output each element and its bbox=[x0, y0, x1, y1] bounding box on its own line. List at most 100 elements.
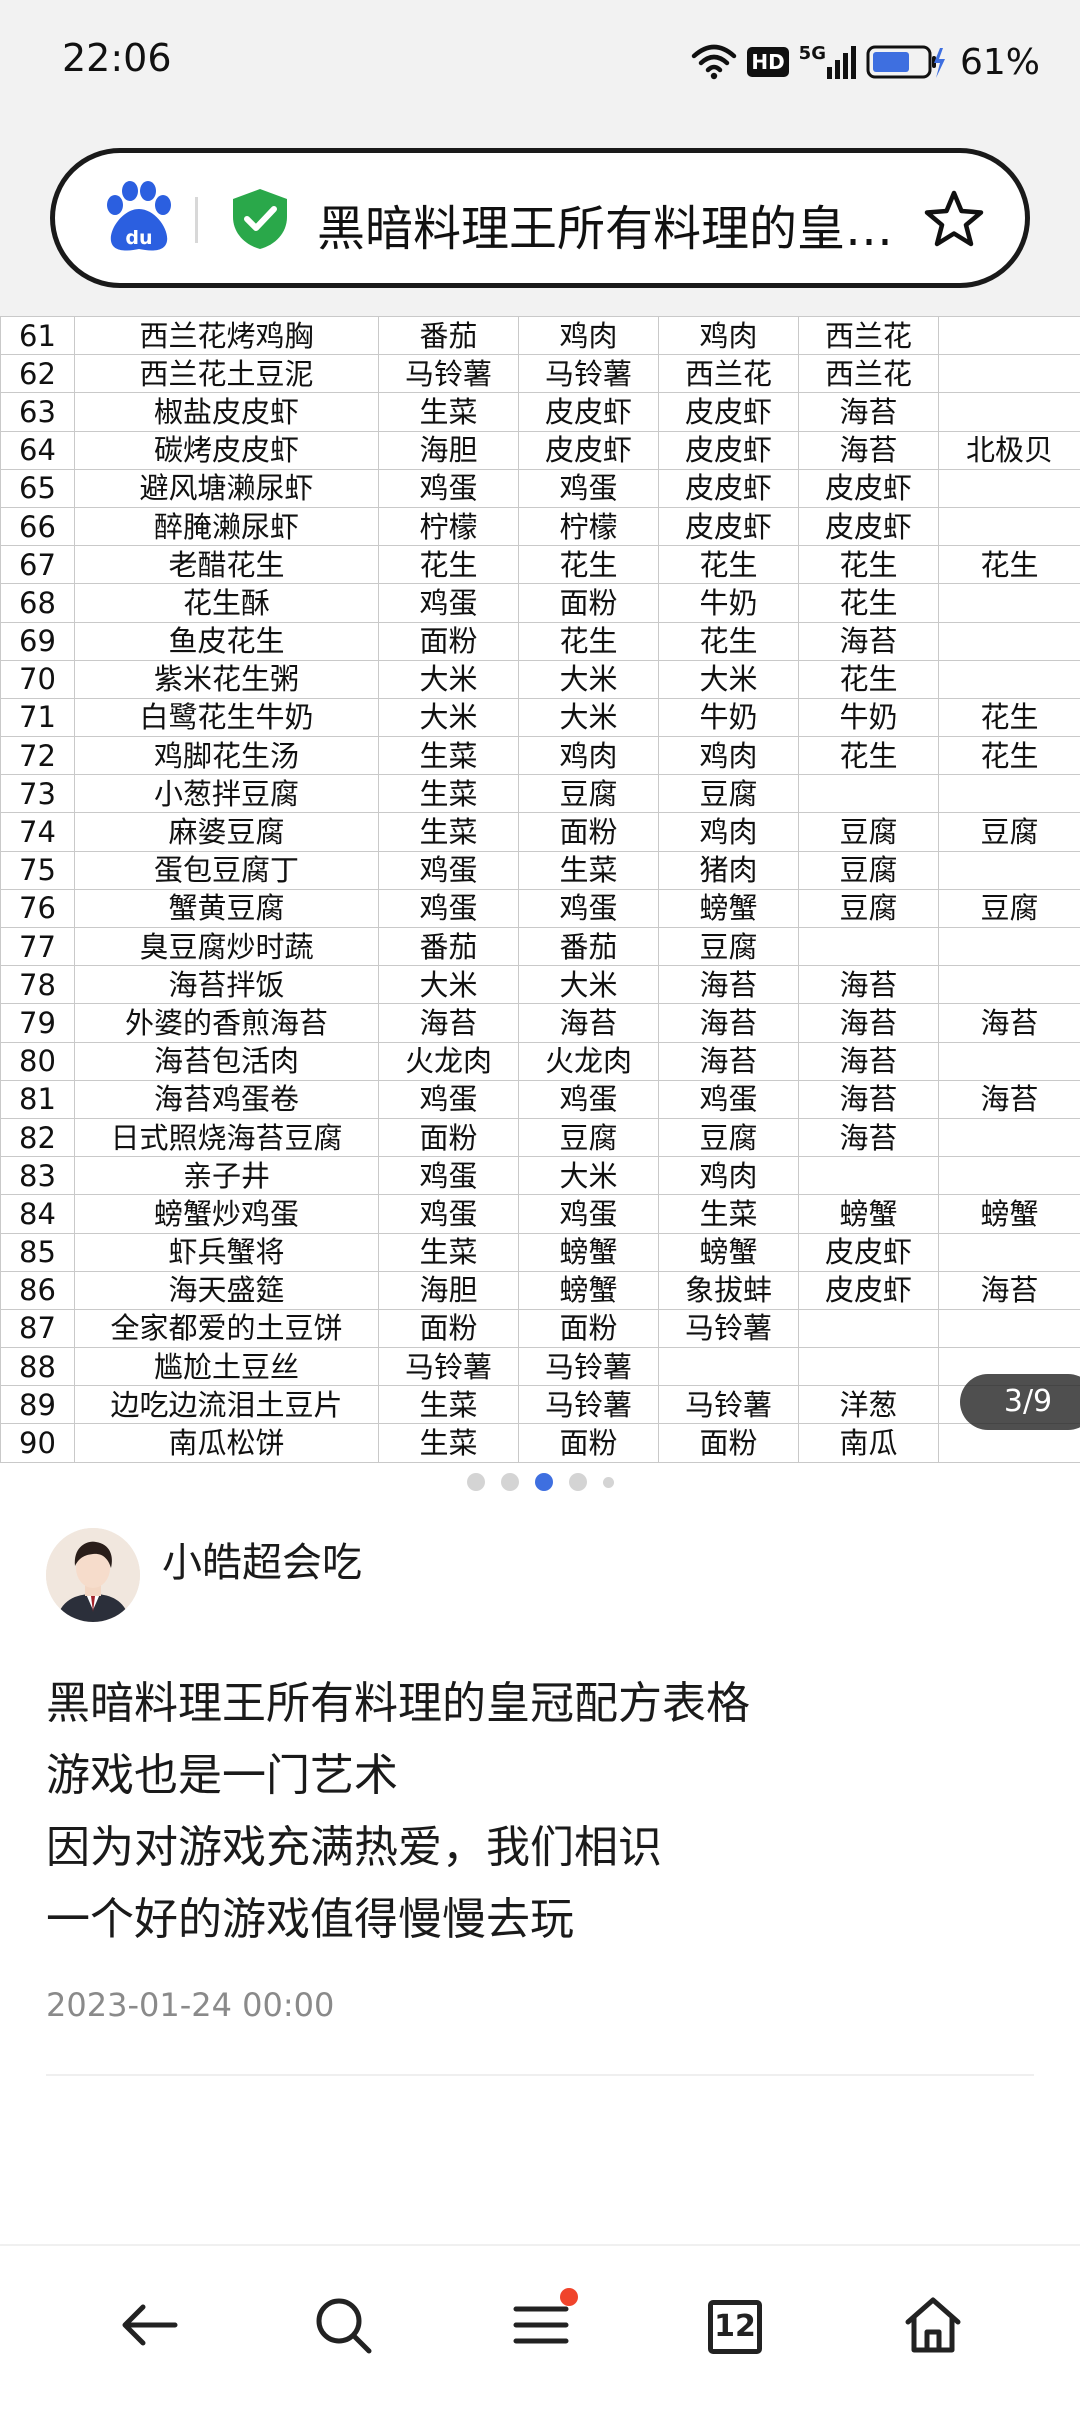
ingredient-cell: 面粉 bbox=[518, 583, 659, 623]
ingredient-cell: 皮皮虾 bbox=[658, 506, 799, 547]
dish-name-cell: 避风塘濑尿虾 bbox=[74, 468, 379, 508]
ingredient-cell: 鸡蛋 bbox=[378, 888, 519, 929]
ingredient-cell: 鸡蛋 bbox=[378, 1079, 519, 1119]
ingredient-cell: 豆腐 bbox=[798, 888, 939, 929]
ingredient-cell: 海苔 bbox=[798, 1041, 939, 1081]
battery-icon bbox=[866, 44, 946, 80]
carousel-dot-active[interactable] bbox=[534, 1473, 553, 1491]
ingredient-cell: 海苔 bbox=[798, 621, 939, 661]
table-row: 66 醉腌濑尿虾 柠檬 柠檬 皮皮虾 皮皮虾 bbox=[0, 506, 1080, 547]
ingredient-cell: 皮皮虾 bbox=[798, 1232, 939, 1272]
table-row: 62 西兰花土豆泥 马铃薯 马铃薯 西兰花 西兰花 bbox=[0, 354, 1080, 394]
dish-name-cell: 边吃边流泪土豆片 bbox=[74, 1385, 379, 1425]
carousel-dot[interactable] bbox=[466, 1473, 485, 1491]
ingredient-cell: 豆腐 bbox=[798, 812, 939, 852]
dish-name-cell: 臭豆腐炒时蔬 bbox=[74, 926, 379, 967]
table-row: 68 花生酥 鸡蛋 面粉 牛奶 花生 bbox=[0, 583, 1080, 623]
back-button[interactable] bbox=[104, 2282, 194, 2372]
ingredient-cell: 生菜 bbox=[378, 736, 519, 776]
hd-icon: HD bbox=[747, 47, 789, 77]
dish-name-cell: 蟹黄豆腐 bbox=[74, 888, 379, 929]
author-name[interactable]: 小皓超会吃 bbox=[162, 1530, 362, 1588]
post-line: 一个好的游戏值得慢慢去玩 bbox=[46, 1894, 574, 1945]
ingredient-cell: 大米 bbox=[658, 659, 799, 699]
ingredient-cell: 皮皮虾 bbox=[518, 392, 659, 432]
row-number-cell: 61 bbox=[0, 315, 75, 356]
status-bar: 22:06 HD 5G 61% bbox=[0, 0, 1080, 126]
ingredient-cell: 豆腐 bbox=[938, 888, 1080, 929]
address-bar[interactable]: du 黑暗料理王所有料理的皇冠配方表格 bbox=[50, 148, 1030, 288]
post-line: 因为对游戏充满热爱，我们相识 bbox=[46, 1822, 662, 1873]
row-number-cell: 68 bbox=[0, 583, 75, 623]
ingredient-cell: 大米 bbox=[518, 965, 659, 1005]
ingredient-cell bbox=[938, 774, 1080, 814]
ingredient-cell: 海苔 bbox=[938, 1003, 1080, 1043]
image-counter-badge: 3/9 bbox=[960, 1374, 1080, 1430]
table-row: 87 全家都爱的土豆饼 面粉 面粉 马铃薯 bbox=[0, 1308, 1080, 1349]
ingredient-cell: 鸡蛋 bbox=[518, 1079, 659, 1119]
author-avatar[interactable] bbox=[46, 1528, 140, 1622]
svg-text:du: du bbox=[125, 227, 152, 249]
baidu-logo-icon[interactable]: du bbox=[99, 181, 179, 255]
ingredient-cell: 螃蟹 bbox=[658, 1232, 799, 1272]
table-row: 74 麻婆豆腐 生菜 面粉 鸡肉 豆腐 豆腐 bbox=[0, 812, 1080, 852]
tabs-button[interactable]: 12 bbox=[690, 2282, 780, 2372]
home-button[interactable] bbox=[888, 2282, 978, 2372]
address-bar-container: du 黑暗料理王所有料理的皇冠配方表格 bbox=[0, 126, 1080, 316]
ingredient-cell: 生菜 bbox=[658, 1194, 799, 1234]
ingredient-cell: 火龙肉 bbox=[378, 1041, 519, 1081]
dish-name-cell: 海天盛筵 bbox=[74, 1270, 379, 1310]
dish-name-cell: 海苔拌饭 bbox=[74, 965, 379, 1005]
table-row: 64 碳烤皮皮虾 海胆 皮皮虾 皮皮虾 海苔 北极贝 bbox=[0, 430, 1080, 470]
post-date: 2023-01-24 00:00 bbox=[46, 1986, 335, 2024]
row-number-cell: 90 bbox=[0, 1423, 75, 1463]
ingredient-cell bbox=[938, 850, 1080, 890]
carousel-dot[interactable] bbox=[568, 1473, 587, 1491]
recipe-table-image[interactable]: 61 西兰花烤鸡胸 番茄 鸡肉 鸡肉 西兰花 62 西兰花土豆泥 马铃薯 马铃薯 西兰花 西兰花 63 椒… bbox=[0, 315, 1080, 1463]
ingredient-cell bbox=[938, 392, 1080, 432]
dish-name-cell: 西兰花烤鸡胸 bbox=[74, 315, 379, 356]
ingredient-cell: 面粉 bbox=[518, 1308, 659, 1349]
page-title[interactable]: 黑暗料理王所有料理的皇冠配方表格 bbox=[317, 189, 937, 259]
ingredient-cell: 海苔 bbox=[798, 1117, 939, 1158]
ingredient-cell: 花生 bbox=[938, 697, 1080, 738]
table-row: 84 螃蟹炒鸡蛋 鸡蛋 鸡蛋 生菜 螃蟹 螃蟹 bbox=[0, 1194, 1080, 1234]
search-button[interactable] bbox=[298, 2282, 388, 2372]
ingredient-cell bbox=[938, 583, 1080, 623]
carousel-dot[interactable] bbox=[500, 1473, 519, 1491]
carousel-dot[interactable] bbox=[602, 1476, 614, 1488]
ingredient-cell bbox=[938, 1117, 1080, 1158]
row-number-cell: 89 bbox=[0, 1385, 75, 1425]
ingredient-cell: 鸡肉 bbox=[658, 736, 799, 776]
ingredient-cell: 火龙肉 bbox=[518, 1041, 659, 1081]
row-number-cell: 83 bbox=[0, 1156, 75, 1196]
ingredient-cell: 豆腐 bbox=[938, 812, 1080, 852]
bookmark-star-icon[interactable] bbox=[923, 189, 985, 249]
table-row: 78 海苔拌饭 大米 大米 海苔 海苔 bbox=[0, 965, 1080, 1005]
table-row: 77 臭豆腐炒时蔬 番茄 番茄 豆腐 bbox=[0, 926, 1080, 967]
ingredient-cell: 生菜 bbox=[518, 850, 659, 890]
ingredient-cell: 马铃薯 bbox=[518, 354, 659, 394]
dish-name-cell: 白鹭花生牛奶 bbox=[74, 697, 379, 738]
row-number-cell: 65 bbox=[0, 468, 75, 508]
ingredient-cell: 鸡肉 bbox=[518, 315, 659, 356]
dish-name-cell: 老醋花生 bbox=[74, 545, 379, 585]
status-icons: HD 5G 61% bbox=[691, 40, 1040, 84]
back-arrow-icon bbox=[119, 2301, 179, 2353]
ingredient-cell: 花生 bbox=[518, 545, 659, 585]
row-number-cell: 75 bbox=[0, 850, 75, 890]
ingredient-cell: 牛奶 bbox=[658, 697, 799, 738]
ingredient-cell bbox=[938, 468, 1080, 508]
ingredient-cell: 鸡蛋 bbox=[518, 1194, 659, 1234]
ingredient-cell: 大米 bbox=[518, 659, 659, 699]
ingredient-cell: 西兰花 bbox=[798, 354, 939, 394]
ingredient-cell: 螃蟹 bbox=[518, 1232, 659, 1272]
menu-button[interactable] bbox=[496, 2282, 586, 2372]
row-number-cell: 62 bbox=[0, 354, 75, 394]
row-number-cell: 64 bbox=[0, 430, 75, 470]
table-row: 81 海苔鸡蛋卷 鸡蛋 鸡蛋 鸡蛋 海苔 海苔 bbox=[0, 1079, 1080, 1119]
ingredient-cell: 马铃薯 bbox=[378, 1347, 519, 1387]
row-number-cell: 84 bbox=[0, 1194, 75, 1234]
ingredient-cell: 豆腐 bbox=[658, 926, 799, 967]
dish-name-cell: 花生酥 bbox=[74, 583, 379, 623]
